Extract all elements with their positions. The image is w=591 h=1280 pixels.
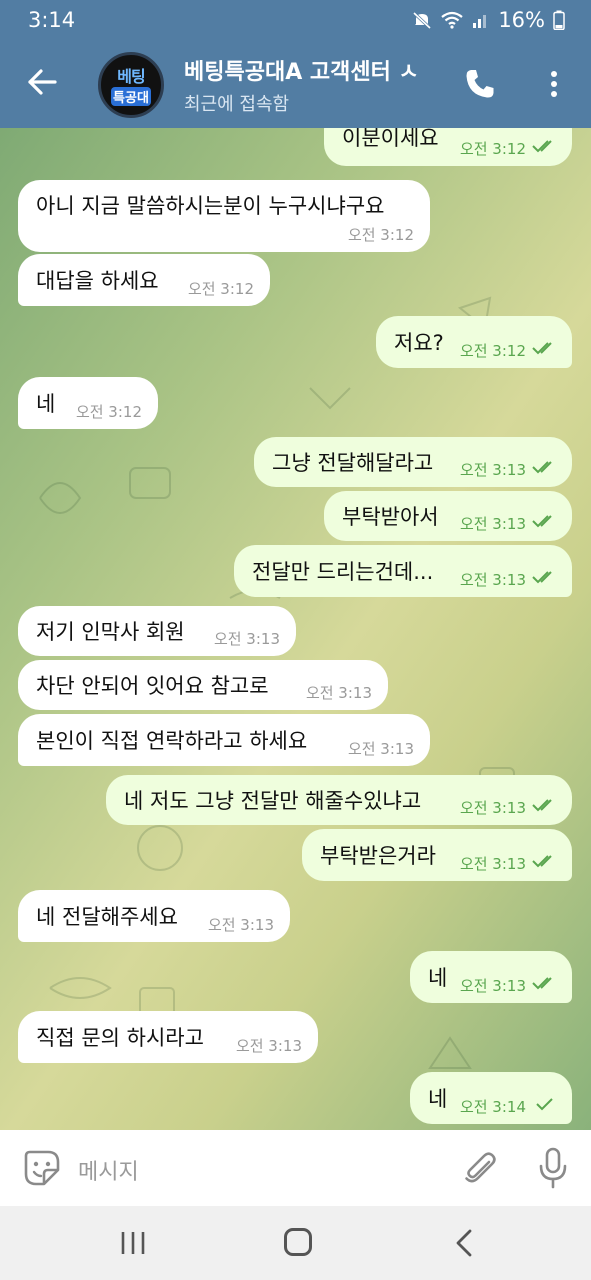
message-time: 오전 3:13 (213, 630, 280, 648)
message-text: 네 전달해주세요 (36, 905, 178, 929)
incoming-message[interactable]: 본인이 직접 연락하라고 하세요 오전 3:13 (18, 714, 430, 766)
message-time: 오전 3:14 (459, 1098, 526, 1116)
system-navigation-bar (0, 1206, 591, 1280)
outgoing-message[interactable]: 네 오전 3:13 (410, 951, 572, 1003)
message-input[interactable]: 메시지 (78, 1154, 139, 1186)
outgoing-message[interactable]: 네 오전 3:14 (410, 1072, 572, 1124)
incoming-message[interactable]: 네 오전 3:12 (18, 377, 158, 429)
outgoing-message[interactable]: 이분이세요오전 3:12 (324, 128, 572, 166)
message-text: 아니 지금 말씀하시는분이 누구시냐구요 (36, 194, 385, 218)
chat-header: 베팅 특공대 베팅특공대A 고객센터 ㅅ 최근에 접속함 (0, 42, 591, 128)
message-list[interactable]: 이분이세요 오전 3:12 아니 지금 말씀하시는분이 누구시냐구요 오전 3:12 대… (0, 128, 591, 1130)
message-text: 직접 문의 하시라고 (36, 1026, 204, 1050)
battery-percent: 16% (498, 8, 545, 32)
double-check-icon (532, 571, 552, 584)
message-time: 오전 3:13 (459, 799, 526, 817)
message-text: 본인이 직접 연락하라고 하세요 (36, 729, 308, 753)
incoming-message[interactable]: 차단 안되어 잇어요 참고로 오전 3:13 (18, 660, 388, 710)
microphone-icon[interactable] (536, 1146, 570, 1190)
attach-paperclip-icon[interactable] (460, 1148, 500, 1188)
mute-icon (413, 11, 432, 30)
outgoing-message[interactable]: 전달만 드리는건데... 오전 3:13 (234, 545, 572, 597)
outgoing-message[interactable]: 부탁받아서 오전 3:13 (324, 491, 572, 541)
message-text: 전달만 드리는건데... (252, 560, 434, 584)
message-text: 부탁받은거라 (320, 844, 436, 868)
recent-apps-icon[interactable] (118, 1230, 148, 1256)
status-bar: 3:14 16% (0, 0, 591, 42)
outgoing-message[interactable]: 부탁받은거라 오전 3:13 (302, 829, 572, 881)
double-check-icon (532, 140, 552, 153)
outgoing-message[interactable]: 그냥 전달해달라고 오전 3:13 (254, 437, 572, 487)
message-time: 오전 3:13 (347, 740, 414, 758)
double-check-icon (532, 799, 552, 812)
message-time: 오전 3:12 (75, 403, 142, 421)
message-text: 그냥 전달해달라고 (272, 451, 434, 475)
message-text: 대답을 하세요 (36, 269, 159, 293)
double-check-icon (532, 855, 552, 868)
message-time: 오전 3:12 (187, 280, 254, 298)
message-time: 오전 3:12 (459, 140, 526, 158)
message-time: 오전 3:13 (459, 977, 526, 995)
back-arrow-icon[interactable] (22, 62, 62, 102)
phone-icon[interactable] (462, 66, 498, 102)
outgoing-message[interactable]: 네 저도 그냥 전달만 해줄수있냐고 오전 3:13 (106, 775, 572, 825)
message-input-bar: 메시지 (0, 1130, 591, 1206)
message-text: 부탁받아서 (342, 505, 439, 529)
message-time: 오전 3:12 (459, 342, 526, 360)
avatar-text-top: 베팅 (117, 67, 145, 86)
signal-icon (473, 15, 487, 28)
message-text: 네 (428, 966, 448, 990)
message-time: 오전 3:12 (347, 226, 414, 244)
message-text: 네 저도 그냥 전달만 해줄수있냐고 (124, 789, 422, 813)
double-check-icon (532, 342, 552, 355)
status-time: 3:14 (28, 8, 76, 32)
battery-icon (553, 10, 565, 30)
incoming-message[interactable]: 네 전달해주세요 오전 3:13 (18, 890, 290, 942)
check-icon (536, 1098, 553, 1111)
message-time: 오전 3:13 (459, 855, 526, 873)
last-seen-status: 최근에 접속함 (184, 94, 290, 115)
message-time: 오전 3:13 (235, 1037, 302, 1055)
avatar-text-bottom: 특공대 (111, 87, 151, 106)
wifi-icon (441, 11, 463, 29)
message-time: 오전 3:13 (459, 515, 526, 533)
double-check-icon (532, 461, 552, 474)
message-text: 차단 안되어 잇어요 참고로 (36, 674, 269, 698)
incoming-message[interactable]: 대답을 하세요 오전 3:12 (18, 254, 270, 306)
sticker-emoji-icon[interactable] (22, 1148, 62, 1188)
message-time: 오전 3:13 (305, 684, 372, 702)
message-time: 오전 3:13 (459, 571, 526, 589)
outgoing-message[interactable]: 저요? 오전 3:12 (376, 316, 572, 368)
message-text: 네 (428, 1087, 448, 1111)
double-check-icon (532, 515, 552, 528)
avatar[interactable]: 베팅 특공대 (98, 52, 164, 118)
double-check-icon (532, 977, 552, 990)
message-time: 오전 3:13 (207, 916, 274, 934)
incoming-message[interactable]: 저기 인막사 회원 오전 3:13 (18, 606, 296, 656)
message-text: 저요? (394, 331, 444, 355)
message-text: 네 (36, 392, 56, 416)
message-time: 오전 3:13 (459, 461, 526, 479)
home-icon[interactable] (284, 1228, 312, 1256)
message-text: 저기 인막사 회원 (36, 620, 185, 644)
incoming-message[interactable]: 직접 문의 하시라고 오전 3:13 (18, 1011, 318, 1063)
chat-title[interactable]: 베팅특공대A 고객센터 ㅅ (184, 54, 446, 86)
more-options-icon[interactable] (540, 66, 568, 102)
nav-back-icon[interactable] (452, 1228, 476, 1258)
message-text: 이분이세요 (342, 128, 439, 150)
incoming-message[interactable]: 아니 지금 말씀하시는분이 누구시냐구요오전 3:12 (18, 180, 430, 252)
